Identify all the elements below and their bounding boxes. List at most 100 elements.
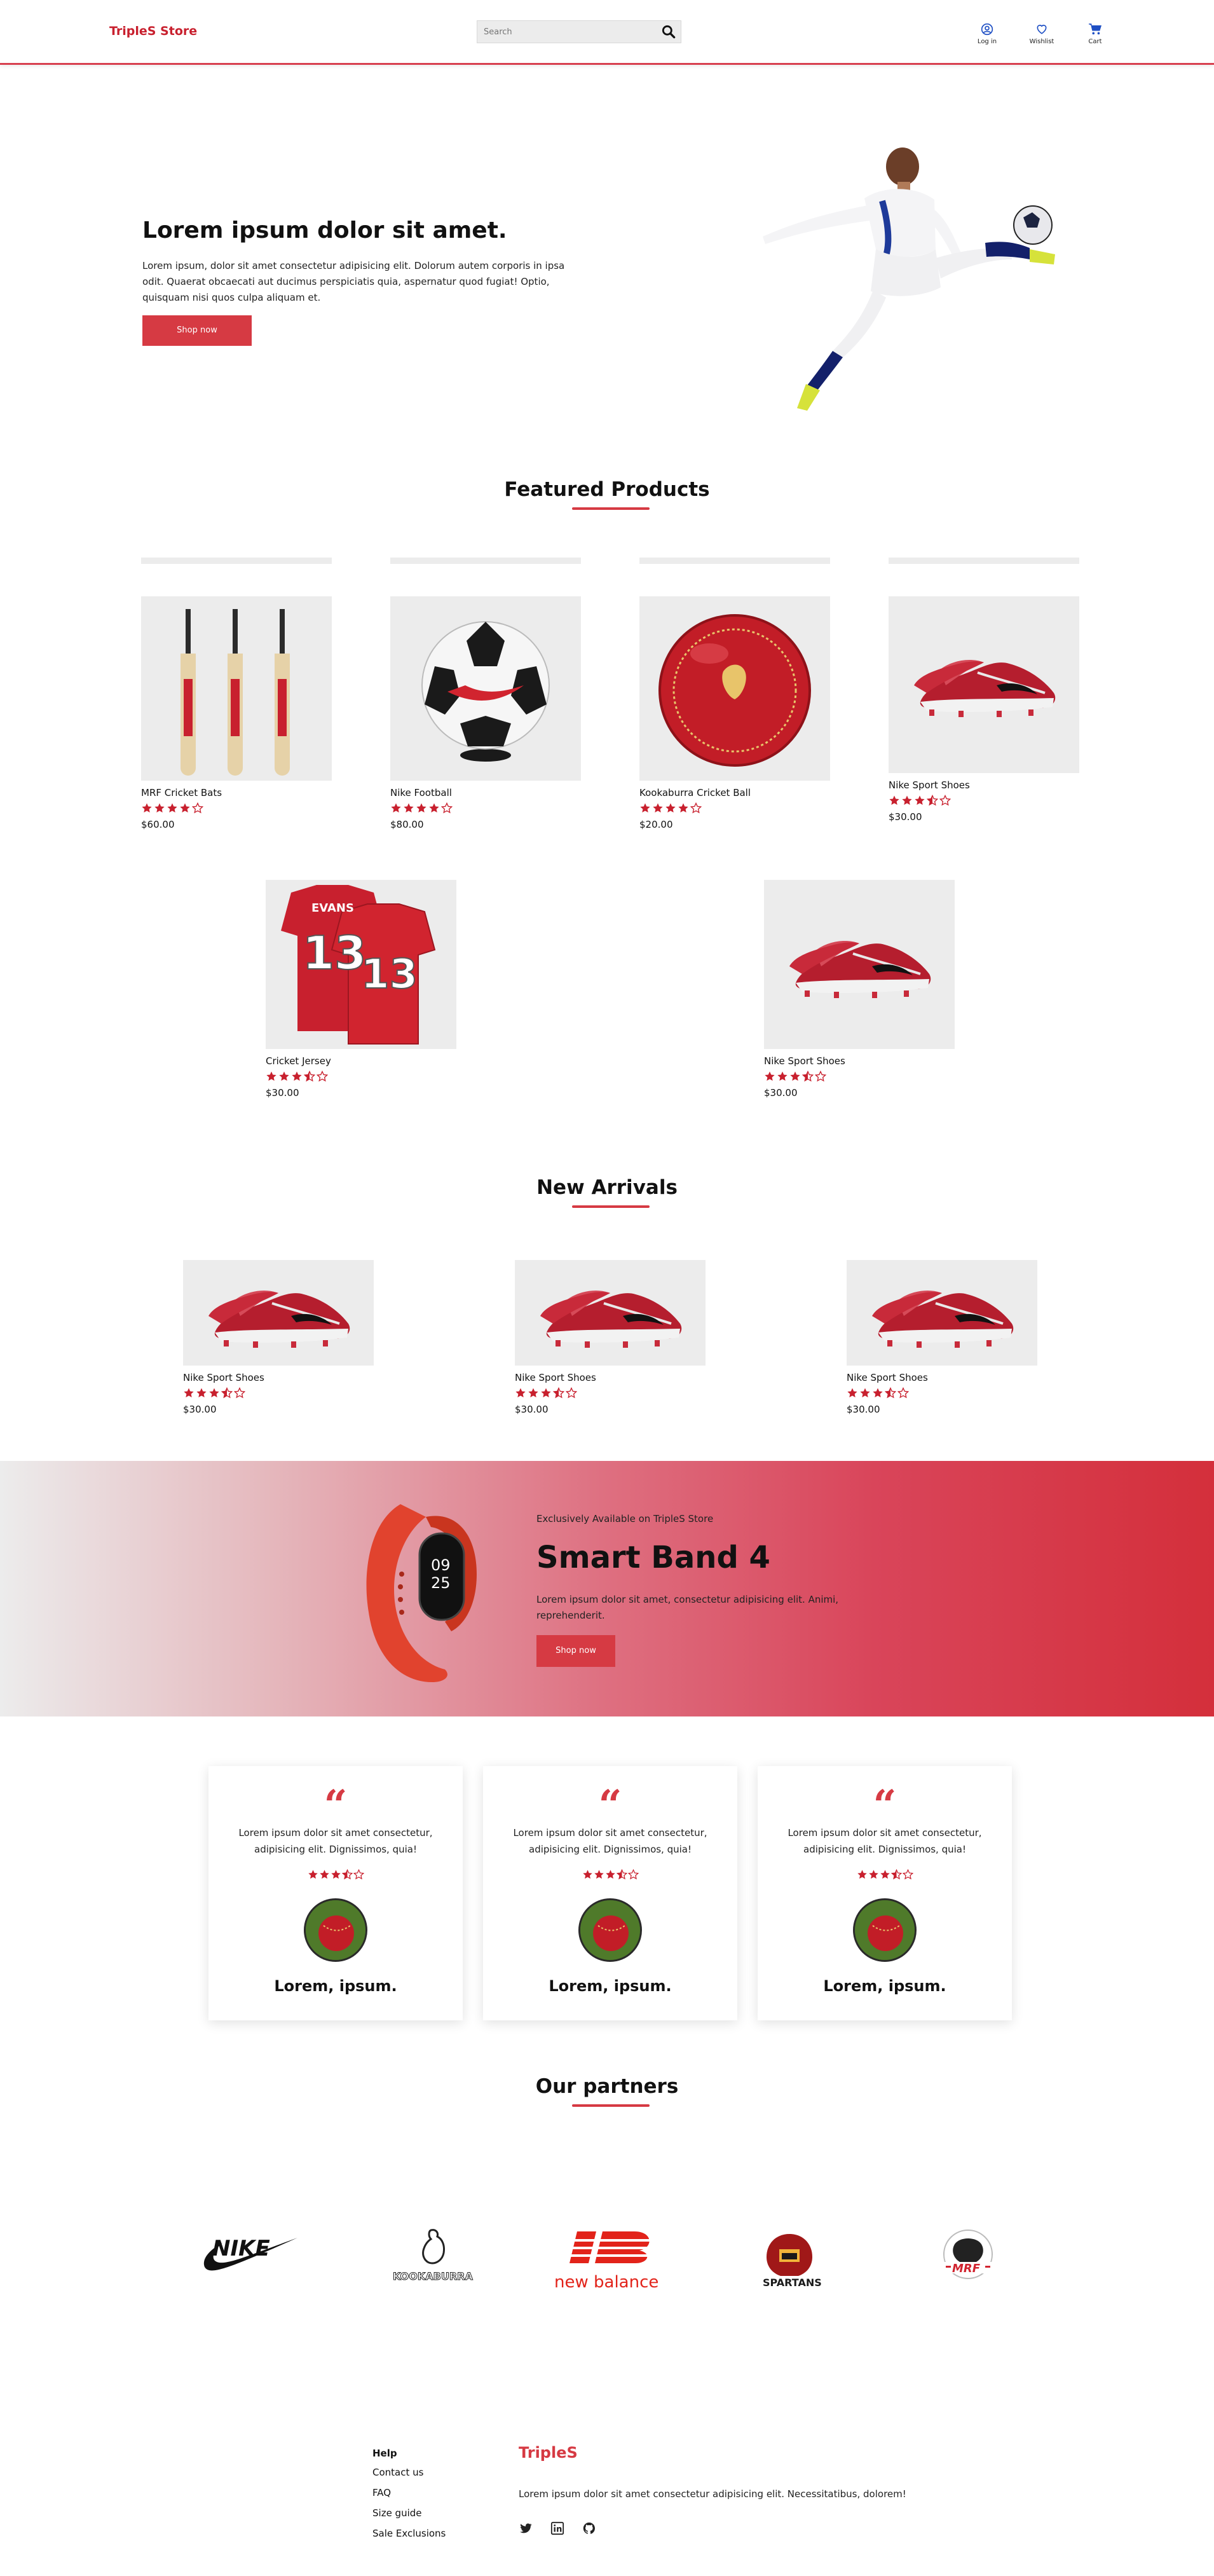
kookaburra-logo[interactable]: KOOKABURRA bbox=[389, 2226, 478, 2285]
product-image[interactable] bbox=[183, 1260, 374, 1366]
product-name[interactable]: Nike Football bbox=[390, 787, 581, 798]
mrf-logo[interactable]: MRF bbox=[938, 2225, 998, 2289]
star-icon bbox=[605, 1869, 616, 1880]
spartans-logo[interactable]: SPARTANS bbox=[756, 2230, 822, 2289]
product-card[interactable]: Nike Sport Shoes $30.00 bbox=[515, 1260, 706, 1415]
product-card[interactable]: MRF Cricket Bats $60.00 bbox=[141, 596, 332, 830]
red-shoes-image bbox=[539, 1289, 683, 1349]
jersey-number-front: 13 bbox=[361, 951, 418, 998]
product-image[interactable]: EVANS 13 13 bbox=[266, 880, 456, 1049]
product-name[interactable]: Nike Sport Shoes bbox=[183, 1372, 374, 1383]
product-image[interactable] bbox=[847, 1260, 1037, 1366]
star-icon bbox=[764, 1071, 775, 1082]
star-icon bbox=[331, 1869, 341, 1880]
star-icon bbox=[857, 1869, 868, 1880]
star-half-icon bbox=[304, 1071, 315, 1082]
nav-wishlist[interactable]: Wishlist bbox=[1020, 23, 1064, 45]
product-name[interactable]: Cricket Jersey bbox=[266, 1055, 456, 1067]
star-icon bbox=[390, 802, 402, 814]
product-name[interactable]: Kookaburra Cricket Ball bbox=[639, 787, 830, 798]
star-icon bbox=[914, 795, 925, 806]
footer-link-sale-exclusions[interactable]: Sale Exclusions bbox=[372, 2528, 446, 2539]
testimonial-card: “ Lorem ipsum dolor sit amet consectetur… bbox=[483, 1766, 737, 2020]
nav-cart-label: Cart bbox=[1088, 38, 1102, 45]
smart-band-image: 09 25 bbox=[366, 1504, 477, 1682]
testimonial-text: Lorem ipsum dolor sit amet consectetur, … bbox=[513, 1827, 707, 1855]
product-image[interactable] bbox=[515, 1260, 706, 1366]
jersey-number-back: 13 bbox=[303, 926, 366, 980]
twitter-icon[interactable] bbox=[519, 2521, 533, 2535]
product-price: $30.00 bbox=[847, 1404, 880, 1415]
star-empty-icon bbox=[317, 1071, 328, 1082]
product-name[interactable]: Nike Sport Shoes bbox=[847, 1372, 1037, 1383]
footer-link-faq[interactable]: FAQ bbox=[372, 2487, 391, 2498]
arrivals-underline bbox=[572, 1205, 650, 1208]
featured-title: Featured Products bbox=[504, 478, 710, 501]
star-icon bbox=[291, 1071, 303, 1082]
product-image[interactable] bbox=[889, 596, 1079, 773]
testimonial-card: “ Lorem ipsum dolor sit amet consectetur… bbox=[758, 1766, 1012, 2020]
star-icon bbox=[777, 1071, 788, 1082]
star-icon bbox=[308, 1869, 318, 1880]
linkedin-icon[interactable] bbox=[550, 2521, 564, 2535]
star-empty-icon bbox=[234, 1387, 245, 1399]
github-icon[interactable] bbox=[582, 2521, 596, 2535]
product-name[interactable]: Nike Sport Shoes bbox=[889, 779, 1079, 791]
product-card[interactable]: Nike Football $80.00 bbox=[390, 596, 581, 830]
kookaburra-logo-text: KOOKABURRA bbox=[393, 2270, 473, 2282]
product-card[interactable]: Nike Sport Shoes $30.00 bbox=[764, 880, 955, 1099]
search-input[interactable] bbox=[477, 21, 655, 43]
cricket-ball-avatar-image bbox=[580, 1900, 640, 1960]
product-image[interactable] bbox=[764, 880, 955, 1049]
quote-icon: “ bbox=[324, 1781, 348, 1829]
search-bar bbox=[477, 20, 681, 43]
spartans-logo-text: SPARTANS bbox=[763, 2277, 822, 2289]
product-image[interactable] bbox=[639, 596, 830, 781]
nike-logo[interactable]: NIKE bbox=[203, 2230, 299, 2275]
product-name[interactable]: Nike Sport Shoes bbox=[764, 1055, 955, 1067]
star-empty-icon bbox=[815, 1071, 826, 1082]
product-card[interactable]: Nike Sport Shoes $30.00 bbox=[183, 1260, 374, 1415]
product-card[interactable]: Nike Sport Shoes $30.00 bbox=[889, 596, 1079, 823]
star-empty-icon bbox=[353, 1869, 364, 1880]
nav-login-label: Log in bbox=[977, 38, 997, 45]
testimonial-text: Lorem ipsum dolor sit amet consectetur, … bbox=[238, 1827, 433, 1855]
promo-banner: 09 25 Exclusively Available on TripleS S… bbox=[0, 1461, 1214, 1716]
featured-top-bar bbox=[889, 558, 1079, 564]
cricket-ball-avatar-image bbox=[855, 1900, 915, 1960]
nike-logo-text: NIKE bbox=[212, 2236, 270, 2261]
star-empty-icon bbox=[441, 802, 453, 814]
quote-icon: “ bbox=[873, 1781, 897, 1829]
product-rating bbox=[889, 795, 1079, 806]
product-price: $30.00 bbox=[266, 1087, 299, 1099]
footer-link-contact[interactable]: Contact us bbox=[372, 2467, 423, 2478]
avatar bbox=[853, 1898, 917, 1962]
product-card[interactable]: EVANS 13 13 Cricket Jersey $30.00 bbox=[266, 880, 456, 1099]
search-button[interactable] bbox=[660, 24, 677, 40]
hero-shop-now-button[interactable]: Shop now bbox=[142, 315, 252, 346]
brand-logo[interactable]: TripleS Store bbox=[109, 24, 197, 38]
page: TripleS Store Log in Wishlist Cart Lorem… bbox=[0, 0, 1214, 2576]
new-balance-logo[interactable]: new balance bbox=[552, 2225, 667, 2295]
product-name[interactable]: Nike Sport Shoes bbox=[515, 1372, 706, 1383]
hero-title: Lorem ipsum dolor sit amet. bbox=[142, 217, 507, 243]
star-empty-icon bbox=[903, 1869, 913, 1880]
banner-shop-now-button[interactable]: Shop now bbox=[536, 1635, 615, 1667]
footer-link-size-guide[interactable]: Size guide bbox=[372, 2507, 422, 2519]
star-icon bbox=[196, 1387, 207, 1399]
product-card[interactable]: Nike Sport Shoes $30.00 bbox=[847, 1260, 1037, 1415]
nav-login[interactable]: Log in bbox=[965, 23, 1009, 45]
star-icon bbox=[416, 802, 427, 814]
product-card[interactable]: Kookaburra Cricket Ball $20.00 bbox=[639, 596, 830, 830]
search-icon bbox=[662, 25, 676, 39]
featured-underline bbox=[572, 507, 650, 510]
nav-cart[interactable]: Cart bbox=[1073, 23, 1117, 45]
star-empty-icon bbox=[939, 795, 951, 806]
star-icon bbox=[319, 1869, 330, 1880]
star-icon bbox=[428, 802, 440, 814]
product-image[interactable] bbox=[390, 596, 581, 781]
star-icon bbox=[141, 802, 153, 814]
product-image[interactable] bbox=[141, 596, 332, 781]
product-name[interactable]: MRF Cricket Bats bbox=[141, 787, 332, 798]
jersey-name-text: EVANS bbox=[311, 901, 354, 915]
